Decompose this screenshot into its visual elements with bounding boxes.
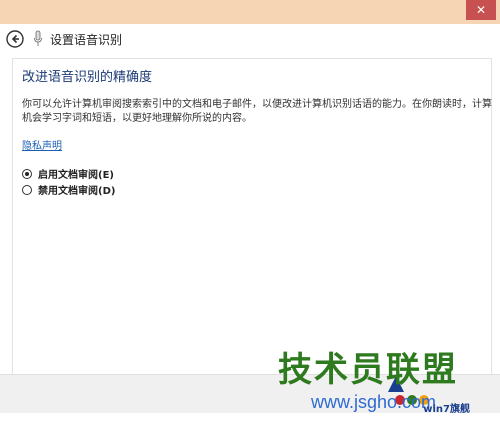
radio-label-enable: 启用文档审阅(E) <box>38 170 114 181</box>
watermark-logo-text: win7旗舰 <box>423 404 470 415</box>
radio-button-unchecked[interactable] <box>22 184 32 195</box>
radio-button-checked[interactable] <box>22 168 32 179</box>
dialog-window: 设置语音识别 改进语音识别的精确度 你可以允许计算机审阅搜索索引中的文档和电子邮… <box>0 24 500 415</box>
privacy-statement-link[interactable]: 隐私声明 <box>22 137 62 152</box>
radio-disable-document-review[interactable]: 禁用文档审阅(D) <box>22 182 115 197</box>
back-button[interactable] <box>6 30 24 48</box>
section-heading: 改进语音识别的精确度 <box>22 70 153 85</box>
close-button[interactable]: ✕ <box>466 0 496 20</box>
watermark-url: www.jsgho.com <box>310 392 436 412</box>
description-text: 你可以允许计算机审阅搜索索引中的文档和电子邮件，以便改进计算机识别话语的能力。在… <box>22 99 492 124</box>
radio-label-disable: 禁用文档审阅(D) <box>38 186 116 197</box>
microphone-icon <box>34 30 42 46</box>
page-title: 设置语音识别 <box>50 33 123 47</box>
watermark-brand: 技术员联盟 <box>278 350 458 390</box>
close-icon: ✕ <box>475 3 487 17</box>
nav-bar: 设置语音识别 <box>0 24 500 54</box>
radio-enable-document-review[interactable]: 启用文档审阅(E) <box>22 166 114 181</box>
title-bar: ✕ <box>0 0 500 24</box>
